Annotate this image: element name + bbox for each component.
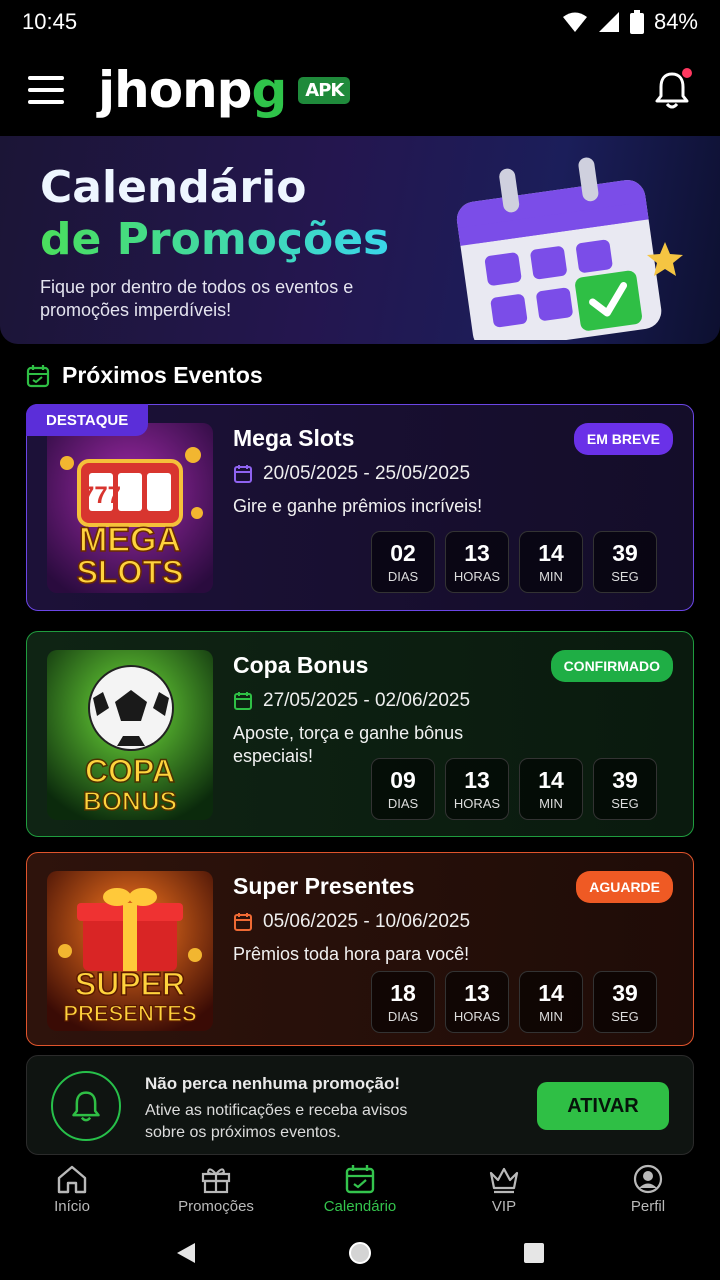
event-title: Copa Bonus xyxy=(233,652,369,678)
activate-notifications-button[interactable]: ATIVAR xyxy=(537,1082,669,1130)
promo-calendar-banner: Calendário de Promoções Fique por dentro… xyxy=(0,136,720,344)
event-dates: 05/06/2025 - 10/06/2025 xyxy=(233,911,470,933)
thumb-line2: SLOTS xyxy=(77,554,184,590)
nav-label: Perfil xyxy=(630,1198,666,1215)
status-bar: 10:45 84% xyxy=(0,0,720,44)
app-logo: jhonp g APK xyxy=(98,61,351,119)
event-card-super-presentes[interactable]: SUPER PRESENTES Super Presentes AGUARDE … xyxy=(26,852,694,1046)
status-badge: CONFIRMADO xyxy=(550,650,673,682)
countdown-days: 18 DIAS xyxy=(371,971,435,1033)
event-description: Prêmios toda hora para você! xyxy=(233,944,470,964)
signal-icon xyxy=(598,12,619,32)
event-date-range: 27/05/2025 - 02/06/2025 xyxy=(263,690,471,711)
home-circle-icon[interactable] xyxy=(347,1240,373,1266)
countdown-hours: 13 HORAS xyxy=(445,758,509,820)
countdown-minutes: 14 MIN xyxy=(519,531,583,593)
event-dates: 20/05/2025 - 25/05/2025 xyxy=(233,463,470,485)
thumb-line1: SUPER xyxy=(75,966,185,1002)
nav-item-perfil[interactable]: Perfil xyxy=(583,1158,713,1220)
bell-icon xyxy=(72,1091,100,1122)
nav-label: Início xyxy=(54,1198,90,1215)
event-date-range: 20/05/2025 - 25/05/2025 xyxy=(263,463,471,484)
countdown: 09 DIAS 13 HORAS 14 MIN 39 SEG xyxy=(371,758,657,820)
nav-label: VIP xyxy=(491,1198,517,1215)
nav-label: Calendário xyxy=(323,1198,397,1215)
calendar-icon xyxy=(234,913,252,931)
status-badge: AGUARDE xyxy=(576,871,673,903)
nav-item-calendario[interactable]: Calendário xyxy=(295,1158,425,1220)
app-header: jhonp g APK xyxy=(0,44,720,136)
banner-title-accent: de Promoções xyxy=(40,214,390,265)
featured-badge: DESTAQUE xyxy=(26,404,149,436)
banner-title: Calendário xyxy=(40,162,307,213)
countdown-days: 09 DIAS xyxy=(371,758,435,820)
logo-accent: g xyxy=(251,61,287,119)
menu-button[interactable] xyxy=(28,76,64,104)
thumb-line1: COPA xyxy=(85,753,175,789)
countdown-hours: 13 HORAS xyxy=(445,971,509,1033)
event-card-copa-bonus[interactable]: COPA BONUS Copa Bonus CONFIRMADO 27/05/2… xyxy=(26,631,694,837)
battery-icon xyxy=(629,10,644,34)
event-date-range: 05/06/2025 - 10/06/2025 xyxy=(263,911,471,932)
recents-icon[interactable] xyxy=(523,1242,545,1264)
calendar-icon xyxy=(345,1165,375,1194)
notification-text: Ative as notificações e receba avisos so… xyxy=(145,1102,408,1141)
system-navigation xyxy=(0,1226,720,1280)
event-card-mega-slots[interactable]: DESTAQUE 777 MEGA SLOTS Mega Slots EM BR… xyxy=(26,404,694,611)
countdown-seconds: 39 SEG xyxy=(593,971,657,1033)
countdown-minutes: 14 MIN xyxy=(519,758,583,820)
nav-item-promocoes[interactable]: Promoções xyxy=(151,1158,281,1220)
slot-reel-text: 777 xyxy=(81,482,121,509)
back-icon[interactable] xyxy=(175,1241,197,1265)
event-thumbnail: COPA BONUS xyxy=(47,650,213,820)
nav-label: Promoções xyxy=(178,1198,254,1215)
section-header: Próximos Eventos xyxy=(26,362,263,389)
countdown: 18 DIAS 13 HORAS 14 MIN 39 SEG xyxy=(371,971,657,1033)
notification-icon-circle xyxy=(51,1071,121,1141)
countdown: 02 DIAS 13 HORAS 14 MIN 39 SEG xyxy=(371,531,657,593)
battery-level: 84% xyxy=(653,9,698,34)
nav-item-inicio[interactable]: Início xyxy=(7,1158,137,1220)
notification-dot xyxy=(682,68,692,78)
notification-title: Não perca nenhuma promoção! xyxy=(145,1074,401,1093)
logo-text: jhonp xyxy=(98,61,252,119)
event-title: Mega Slots xyxy=(233,425,355,451)
status-time: 10:45 xyxy=(22,9,78,34)
notifications-button[interactable] xyxy=(654,68,692,110)
apk-badge: APK xyxy=(298,76,351,104)
event-thumbnail: 777 MEGA SLOTS xyxy=(47,423,213,593)
thumb-line2: PRESENTES xyxy=(63,1001,196,1026)
countdown-days: 02 DIAS xyxy=(371,531,435,593)
bottom-navigation: Início Promoções Calendário VIP Perfil xyxy=(0,1158,720,1220)
event-description: Gire e ganhe prêmios incríveis! xyxy=(233,496,483,516)
nav-item-vip[interactable]: VIP xyxy=(439,1158,569,1220)
countdown-minutes: 14 MIN xyxy=(519,971,583,1033)
crown-icon xyxy=(489,1167,519,1194)
notification-prompt: Não perca nenhuma promoção! Ative as not… xyxy=(26,1055,694,1155)
calendar-illustration xyxy=(456,157,683,340)
thumb-line2: BONUS xyxy=(83,786,177,816)
calendar-icon xyxy=(26,364,50,387)
gift-icon xyxy=(201,1168,231,1194)
status-badge: EM BREVE xyxy=(573,423,673,455)
home-icon xyxy=(57,1165,87,1194)
event-dates: 27/05/2025 - 02/06/2025 xyxy=(233,690,470,712)
calendar-icon xyxy=(234,692,252,710)
banner-subtitle: Fique por dentro de todos os eventos e p… xyxy=(40,277,354,320)
event-title: Super Presentes xyxy=(233,873,415,899)
calendar-icon xyxy=(234,465,252,483)
countdown-hours: 13 HORAS xyxy=(445,531,509,593)
countdown-seconds: 39 SEG xyxy=(593,758,657,820)
countdown-seconds: 39 SEG xyxy=(593,531,657,593)
user-icon xyxy=(633,1164,663,1194)
section-title: Próximos Eventos xyxy=(62,362,263,388)
wifi-icon xyxy=(562,12,587,32)
event-thumbnail: SUPER PRESENTES xyxy=(47,871,213,1031)
